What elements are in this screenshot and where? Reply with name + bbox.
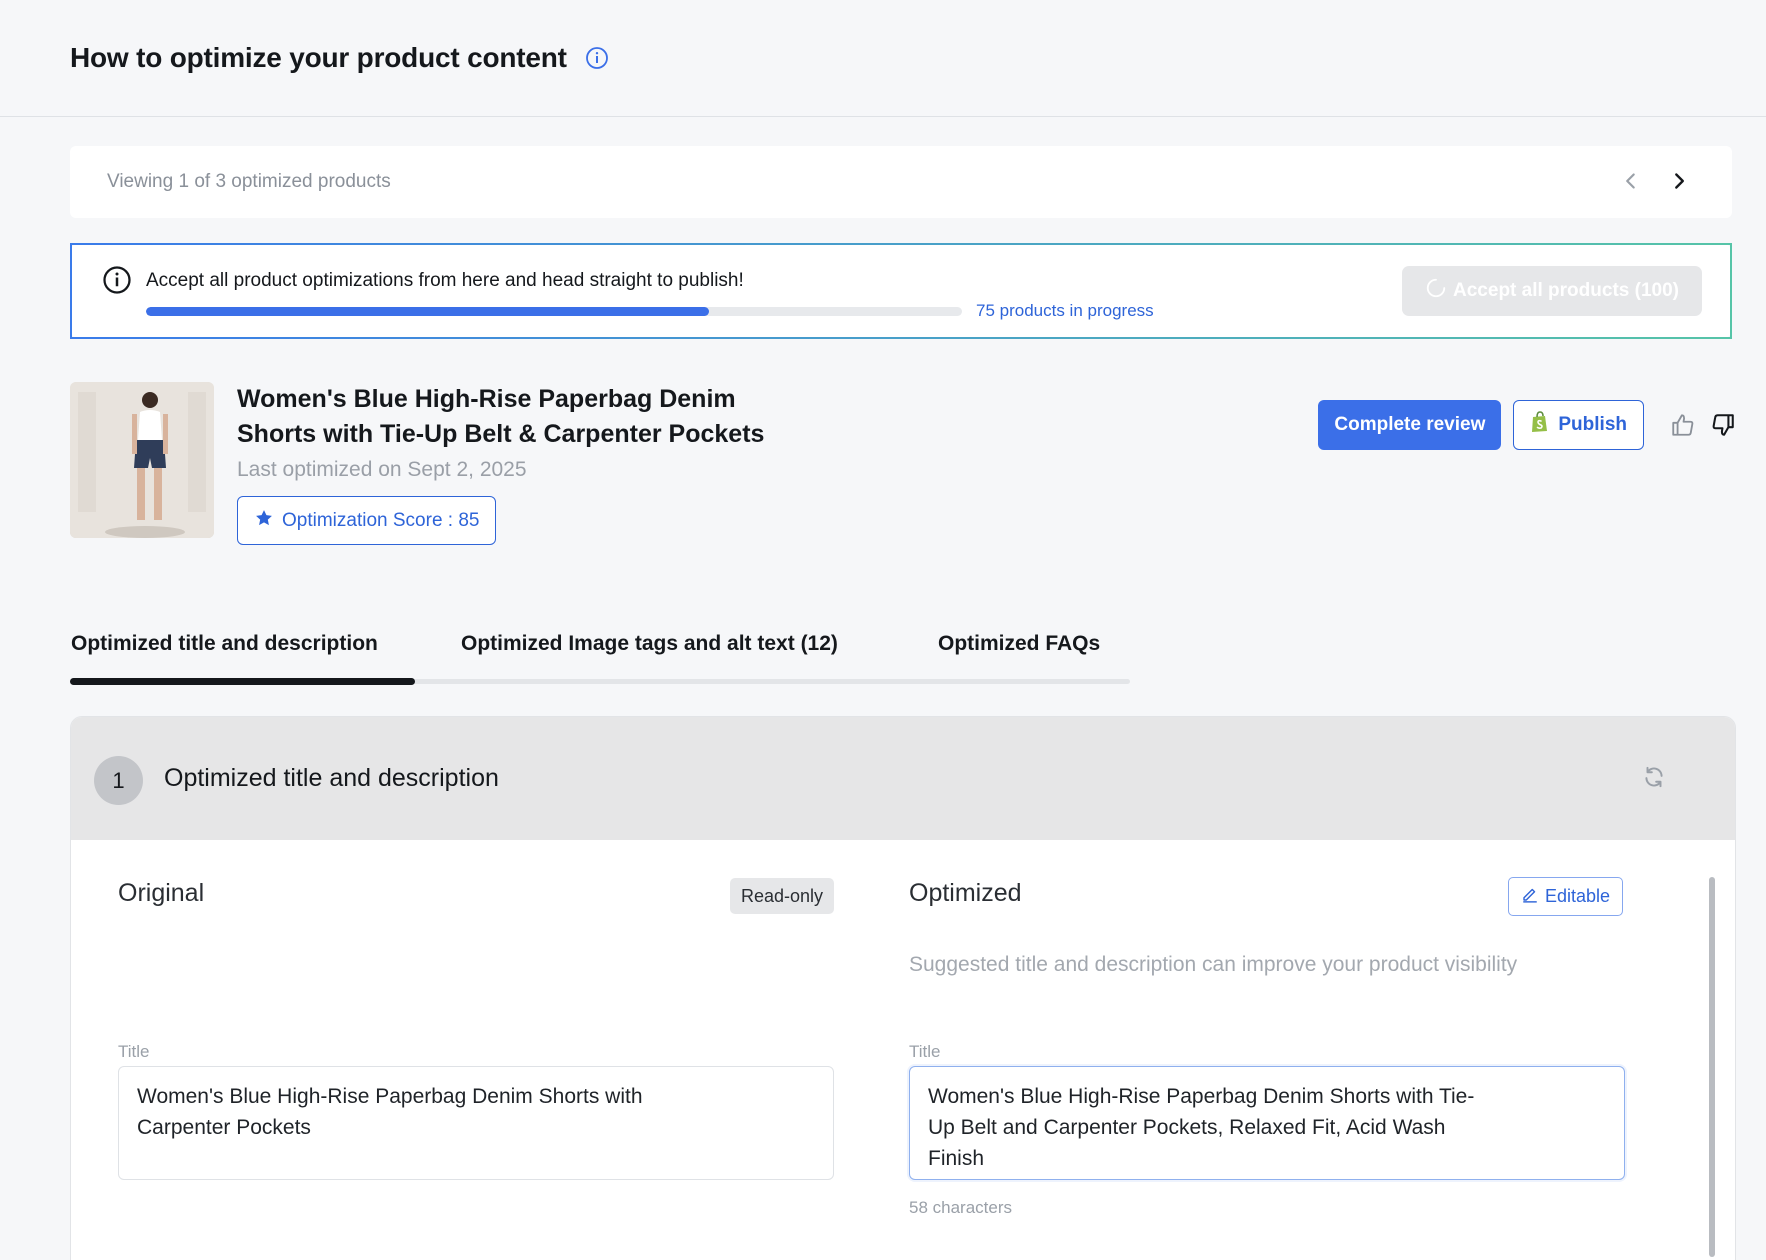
tab-title-description[interactable]: Optimized title and description	[71, 632, 378, 656]
character-count: 58 characters	[909, 1198, 1012, 1217]
optimization-score-label: Optimization Score : 85	[282, 509, 480, 531]
original-title-label: Title	[118, 1042, 150, 1061]
star-icon	[254, 508, 274, 534]
chevron-left-icon[interactable]	[1618, 168, 1644, 194]
section-card: 1 Optimized title and description Origin…	[70, 716, 1736, 1260]
info-icon[interactable]	[585, 46, 609, 70]
step-number: 1	[94, 756, 143, 805]
feedback-buttons	[1670, 412, 1736, 438]
chevron-right-icon[interactable]	[1666, 168, 1692, 194]
active-tab-indicator	[70, 678, 415, 685]
page-title: How to optimize your product content	[70, 42, 567, 73]
thumbs-up-icon[interactable]	[1670, 412, 1696, 438]
optimized-title-field[interactable]: Women's Blue High-Rise Paperbag Denim Sh…	[909, 1066, 1625, 1180]
progress-fill	[146, 307, 710, 316]
complete-review-button[interactable]: Complete review	[1318, 400, 1502, 450]
original-heading: Original	[118, 879, 205, 907]
product-thumbnail	[70, 382, 214, 538]
editable-label: Editable	[1544, 886, 1610, 906]
publish-label: Publish	[1558, 414, 1627, 435]
last-optimized-date: Last optimized on Sept 2, 2025	[237, 458, 527, 481]
product-title: Women's Blue High-Rise Paperbag Denim Sh…	[237, 385, 765, 448]
optimized-title-value: Women's Blue High-Rise Paperbag Denim Sh…	[928, 1085, 1475, 1170]
scrollbar[interactable]	[1709, 877, 1715, 1257]
product-summary: Women's Blue High-Rise Paperbag Denim Sh…	[70, 382, 1736, 545]
pager-nav	[1618, 168, 1692, 194]
tab-image-tags[interactable]: Optimized Image tags and alt text (12)	[461, 632, 838, 656]
thumbs-down-icon[interactable]	[1710, 412, 1736, 438]
accept-all-banner: Accept all product optimizations from he…	[70, 243, 1732, 339]
read-only-badge: Read-only	[729, 878, 834, 914]
optimization-tabs: Optimized title and description Optimize…	[70, 632, 1130, 686]
refresh-icon[interactable]	[1641, 764, 1667, 790]
publish-button[interactable]: Publish	[1513, 400, 1644, 450]
info-icon	[102, 265, 132, 295]
page-header: How to optimize your product content	[0, 0, 1766, 117]
editable-badge[interactable]: Editable	[1507, 877, 1623, 916]
accept-all-label: Accept all products (100)	[1453, 280, 1679, 301]
product-pager: Viewing 1 of 3 optimized products	[70, 146, 1732, 218]
original-title-field: Women's Blue High-Rise Paperbag Denim Sh…	[118, 1066, 834, 1180]
progress-label: 75 products in progress	[976, 301, 1154, 320]
accept-all-button[interactable]: Accept all products (100)	[1402, 266, 1702, 316]
product-actions: Complete review Publish	[1318, 400, 1736, 450]
optimized-title-label: Title	[909, 1042, 941, 1061]
optimized-hint: Suggested title and description can impr…	[909, 953, 1518, 976]
spinner-icon	[1425, 277, 1447, 305]
progress-bar	[146, 307, 962, 316]
optimization-score-badge: Optimization Score : 85	[237, 496, 497, 545]
banner-message: Accept all product optimizations from he…	[146, 270, 744, 291]
section-header[interactable]: 1 Optimized title and description	[71, 717, 1735, 840]
section-title: Optimized title and description	[164, 764, 499, 792]
shopify-icon	[1530, 411, 1550, 439]
optimized-heading: Optimized	[909, 879, 1022, 907]
pager-text: Viewing 1 of 3 optimized products	[107, 171, 391, 192]
tab-faqs[interactable]: Optimized FAQs	[938, 632, 1100, 656]
pencil-icon	[1521, 885, 1539, 908]
original-title-value: Women's Blue High-Rise Paperbag Denim Sh…	[137, 1085, 643, 1139]
